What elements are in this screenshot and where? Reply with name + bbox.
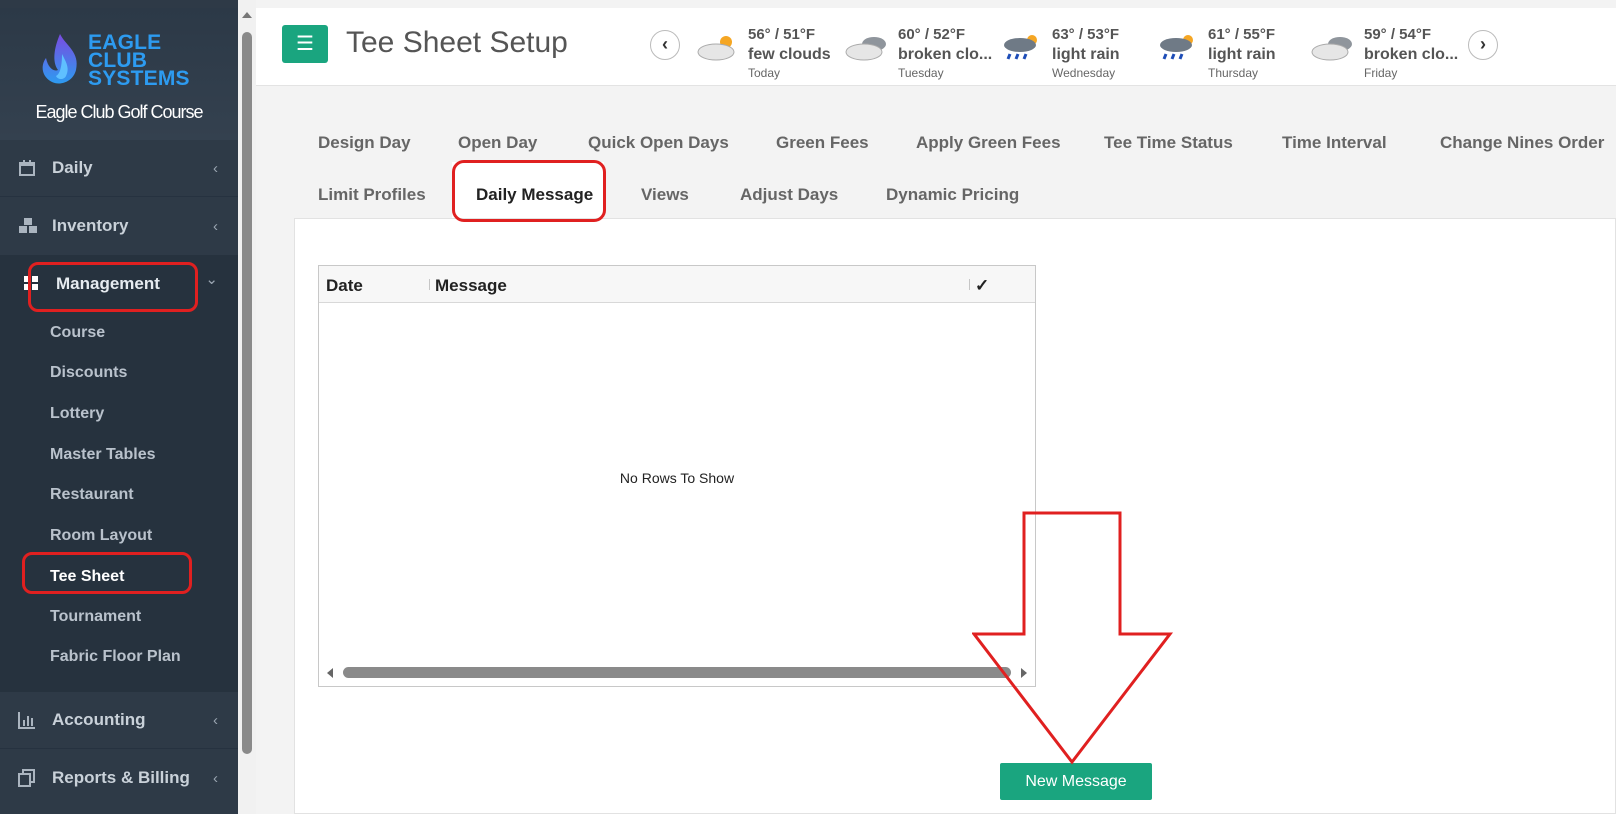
sidebar-item-label: Management	[56, 274, 160, 293]
clouds-icon	[845, 37, 886, 61]
brand-logo-text: EAGLE CLUB SYSTEMS	[88, 32, 190, 90]
weather-day-label: Friday	[1364, 66, 1398, 80]
grid-header: Date Message ✓	[319, 266, 1035, 303]
sidebar-item-daily[interactable]: Daily ‹	[0, 140, 238, 196]
chevron-left-icon: ‹	[213, 159, 218, 177]
copy-icon	[18, 769, 36, 787]
logo-line-3: SYSTEMS	[88, 67, 190, 90]
tab-change-nines-order[interactable]: Change Nines Order	[1440, 133, 1604, 153]
tab-open-day[interactable]: Open Day	[458, 133, 537, 153]
tab-views[interactable]: Views	[641, 185, 689, 205]
sidebar-item-management[interactable]: Management ⌄	[0, 256, 238, 312]
divider	[0, 196, 238, 197]
weather-temp: 63° / 53°F	[1052, 26, 1120, 43]
sidebar-subitem-tee-sheet[interactable]: Tee Sheet	[50, 568, 124, 586]
flame-logo-icon	[42, 34, 77, 84]
column-header-date[interactable]: Date	[326, 276, 363, 296]
sidebar-item-label: Daily	[52, 158, 93, 177]
empty-rows-message: No Rows To Show	[619, 470, 735, 486]
partly-sunny-icon	[697, 36, 735, 61]
clouds-icon	[1311, 37, 1352, 61]
weather-day-label: Thursday	[1208, 66, 1259, 80]
bar-chart-icon	[18, 711, 36, 729]
app-root: EAGLE CLUB SYSTEMS Eagle Club Golf Cours…	[0, 0, 1616, 814]
column-header-check[interactable]: ✓	[975, 276, 989, 296]
tab-time-interval[interactable]: Time Interval	[1282, 133, 1387, 153]
tab-tee-time-status[interactable]: Tee Time Status	[1104, 133, 1233, 153]
weather-day-label: Tuesday	[898, 66, 944, 80]
grid-horizontal-scrollbar[interactable]	[319, 662, 1035, 686]
tab-green-fees[interactable]: Green Fees	[776, 133, 869, 153]
sidebar-item-inventory[interactable]: Inventory ‹	[0, 198, 238, 254]
column-separator[interactable]	[969, 279, 970, 290]
daily-message-grid: Date Message ✓ No Rows To Show	[318, 265, 1036, 687]
sidebar-item-label: Reports & Billing	[52, 768, 190, 787]
weather-temp: 61° / 55°F	[1208, 26, 1276, 43]
sidebar-subitem-master-tables[interactable]: Master Tables	[50, 446, 156, 464]
tab-dynamic-pricing[interactable]: Dynamic Pricing	[886, 185, 1019, 205]
sidebar-subitem-lottery[interactable]: Lottery	[50, 405, 104, 423]
club-name: Eagle Club Golf Course	[35, 102, 203, 122]
sidebar-subitem-tournament[interactable]: Tournament	[50, 608, 141, 626]
weather-day-label: Today	[748, 66, 781, 80]
sidebar-item-label: Accounting	[52, 710, 146, 729]
brand-header: EAGLE CLUB SYSTEMS Eagle Club Golf Cours…	[0, 8, 238, 140]
weather-temp: 59° / 54°F	[1364, 26, 1432, 43]
column-header-message[interactable]: Message	[435, 276, 507, 296]
sidebar-item-accounting[interactable]: Accounting ‹	[0, 692, 238, 748]
page-title: Tee Sheet Setup	[346, 26, 568, 59]
scroll-left-icon[interactable]	[327, 668, 333, 678]
sidebar-subitem-restaurant[interactable]: Restaurant	[50, 486, 134, 504]
scrollbar-thumb[interactable]	[242, 32, 252, 754]
management-section	[0, 255, 238, 692]
chevron-down-icon: ⌄	[205, 271, 218, 288]
new-message-button[interactable]: New Message	[1000, 763, 1152, 800]
sidebar-item-label: Inventory	[52, 216, 129, 235]
rain-sun-icon	[1004, 35, 1037, 60]
weather-condition: few clouds	[748, 46, 831, 63]
chevron-left-icon: ‹	[213, 769, 218, 787]
weather-condition: light rain	[1052, 46, 1120, 63]
tab-limit-profiles[interactable]: Limit Profiles	[318, 185, 426, 205]
weather-temp: 60° / 52°F	[898, 26, 966, 43]
weather-condition: light rain	[1208, 46, 1276, 63]
chevron-left-icon: ‹	[213, 711, 218, 729]
sidebar-subitem-fabric-floor-plan[interactable]: Fabric Floor Plan	[50, 648, 181, 666]
sidebar-item-reports-billing[interactable]: Reports & Billing ‹	[0, 750, 238, 806]
sidebar-subitem-room-layout[interactable]: Room Layout	[50, 527, 152, 545]
weather-condition: broken clo...	[1364, 46, 1459, 63]
tab-apply-green-fees[interactable]: Apply Green Fees	[916, 133, 1061, 153]
grid-icon	[22, 275, 40, 293]
tab-adjust-days[interactable]: Adjust Days	[740, 185, 838, 205]
weather-temp: 56° / 51°F	[748, 26, 816, 43]
sidebar-subitem-discounts[interactable]: Discounts	[50, 364, 127, 382]
rain-sun-icon	[1160, 35, 1193, 60]
annotation-arrow-down-icon	[972, 511, 1174, 765]
weather-prev-button[interactable]: ‹	[650, 30, 680, 60]
cubes-icon	[18, 217, 37, 235]
tab-daily-message[interactable]: Daily Message	[476, 185, 593, 205]
page-scrollbar[interactable]	[238, 0, 256, 814]
top-bar: ☰ Tee Sheet Setup ‹ 56° / 51°F few cloud…	[256, 8, 1616, 86]
main-content: ☰ Tee Sheet Setup ‹ 56° / 51°F few cloud…	[256, 0, 1616, 814]
divider	[0, 748, 238, 749]
menu-toggle-button[interactable]: ☰	[282, 25, 328, 63]
chevron-left-icon: ‹	[213, 217, 218, 235]
column-separator[interactable]	[429, 279, 430, 290]
sidebar: EAGLE CLUB SYSTEMS Eagle Club Golf Cours…	[0, 0, 238, 814]
sidebar-subitem-course[interactable]: Course	[50, 324, 105, 342]
scroll-up-icon[interactable]	[242, 12, 252, 18]
scrollbar-thumb[interactable]	[343, 667, 1011, 678]
tab-design-day[interactable]: Design Day	[318, 133, 411, 153]
weather-next-button[interactable]: ›	[1468, 30, 1498, 60]
weather-condition: broken clo...	[898, 46, 993, 63]
calendar-icon	[18, 159, 36, 177]
tab-quick-open-days[interactable]: Quick Open Days	[588, 133, 729, 153]
weather-day-label: Wednesday	[1052, 66, 1116, 80]
